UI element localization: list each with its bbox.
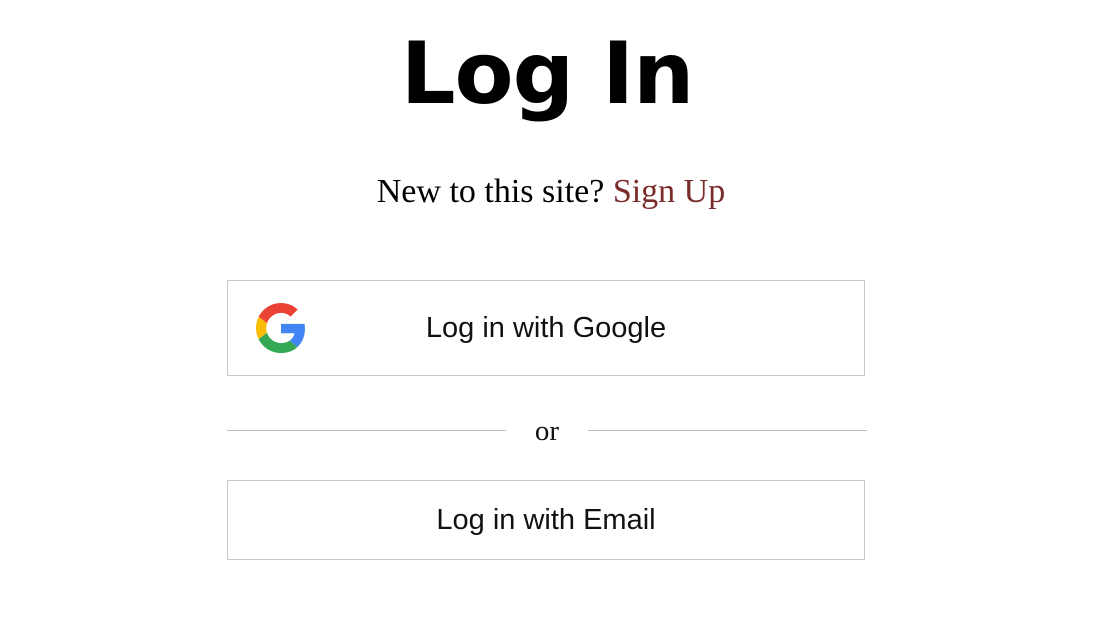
divider-line-left — [227, 430, 506, 431]
login-with-google-button[interactable]: Log in with Google — [227, 280, 865, 376]
google-icon — [256, 303, 305, 353]
signup-link[interactable]: Sign Up — [613, 173, 725, 210]
signup-prompt-text: New to this site? — [376, 173, 605, 210]
divider-text: or — [534, 415, 560, 447]
signup-prompt: New to this site? Sign Up — [0, 172, 1102, 212]
google-button-label: Log in with Google — [425, 311, 667, 344]
divider-line-right — [588, 430, 867, 431]
login-with-email-button[interactable]: Log in with Email — [227, 480, 865, 560]
email-button-label: Log in with Email — [436, 503, 656, 536]
or-divider: or — [227, 410, 867, 452]
page-title: Log In — [400, 24, 695, 124]
